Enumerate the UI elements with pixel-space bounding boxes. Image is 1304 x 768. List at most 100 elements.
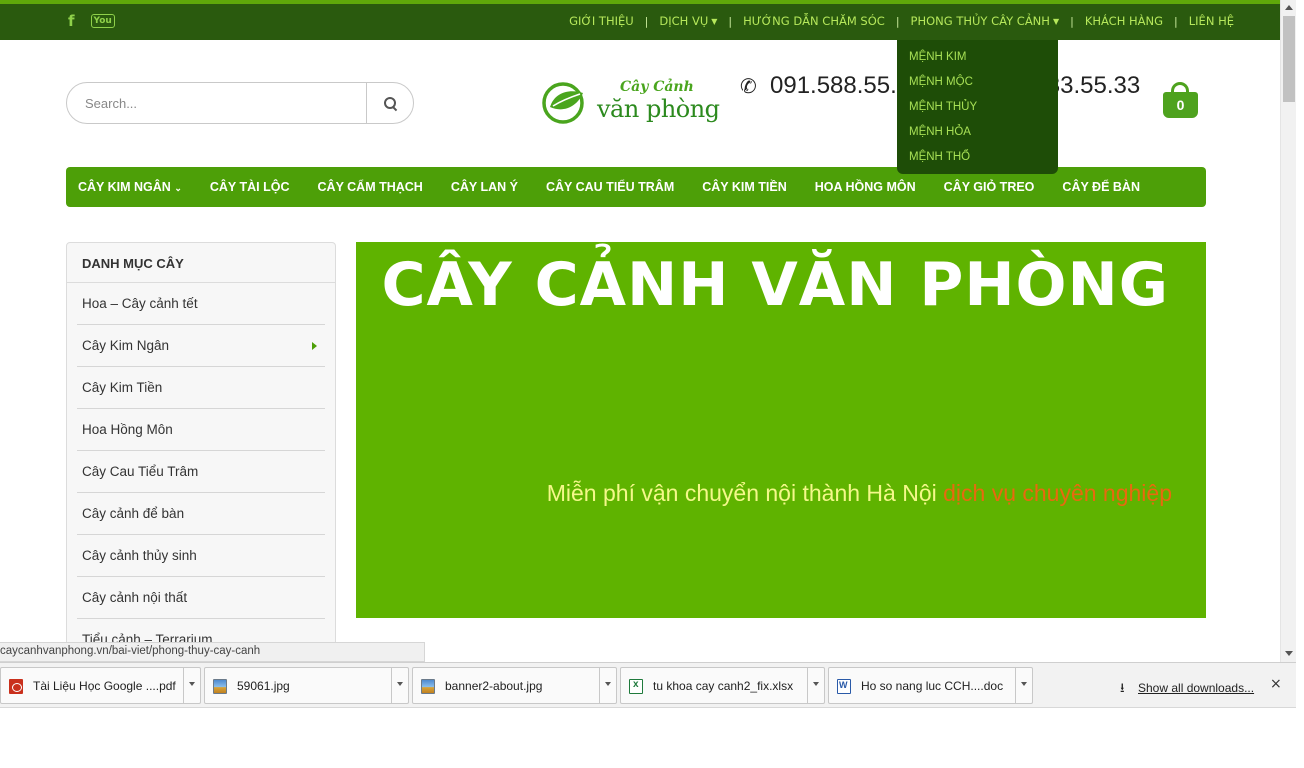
- category-item[interactable]: Cây Kim Ngân: [77, 325, 325, 367]
- phone-icon: ✆: [740, 76, 757, 98]
- mainnav-item-cam-thach[interactable]: CÂY CẨM THẠCH: [318, 180, 423, 194]
- download-item[interactable]: Ho so nang luc CCH....doc: [828, 667, 1033, 704]
- show-all-label: Show all downloads...: [1138, 681, 1255, 695]
- category-label: Cây cảnh nội thất: [82, 590, 188, 605]
- topnav-label: DỊCH VỤ: [659, 14, 709, 28]
- mainnav-item-de-ban[interactable]: CÂY ĐỂ BÀN: [1062, 180, 1140, 194]
- category-label: Cây cảnh để bàn: [82, 506, 185, 521]
- sidebar-title: DANH MỤC CÂY: [67, 243, 335, 283]
- leaf-logo-icon: [542, 82, 584, 124]
- download-menu-button[interactable]: [391, 668, 408, 703]
- download-filename: 59061.jpg: [237, 679, 290, 693]
- category-label: Hoa – Cây cảnh tết: [82, 296, 198, 311]
- category-item[interactable]: Cây cảnh để bàn: [77, 493, 325, 535]
- phone-number: 091.588.55.: [770, 72, 897, 99]
- mainnav-item-hong-mon[interactable]: HOA HỒNG MÔN: [815, 180, 916, 194]
- mainnav-item-lan-y[interactable]: CÂY LAN Ý: [451, 180, 518, 194]
- topnav-item-lien-he[interactable]: LIÊN HỆ: [1189, 14, 1234, 28]
- phone-number-2: 33.55.33: [1046, 72, 1141, 99]
- download-item[interactable]: tu khoa cay canh2_fix.xlsx: [620, 667, 825, 704]
- dropdown-item-menh-thuy[interactable]: MỆNH THỦY: [897, 100, 1058, 125]
- topnav-item-dich-vu[interactable]: DỊCH VỤ ▼: [659, 14, 717, 28]
- download-menu-button[interactable]: [807, 668, 824, 703]
- category-label: Cây Kim Tiền: [82, 380, 163, 395]
- pdf-icon: [9, 679, 23, 694]
- topnav-label: LIÊN HỆ: [1188, 14, 1234, 28]
- mainnav-item-gio-treo[interactable]: CÂY GIỎ TREO: [944, 180, 1035, 194]
- download-menu-button[interactable]: [183, 668, 200, 703]
- category-label: Cây Cau Tiểu Trâm: [82, 464, 199, 479]
- search-button[interactable]: [366, 83, 413, 123]
- scroll-down-icon[interactable]: [1285, 651, 1293, 656]
- vertical-scrollbar[interactable]: [1280, 0, 1296, 662]
- category-item[interactable]: Cây Kim Tiền: [77, 367, 325, 409]
- logo-name: văn phòng: [597, 95, 720, 123]
- scroll-up-icon[interactable]: [1285, 5, 1293, 10]
- banner-title: CÂY CẢNH VĂN PHÒNG: [381, 250, 1169, 320]
- youtube-icon[interactable]: You: [90, 14, 115, 28]
- scroll-thumb[interactable]: [1283, 16, 1295, 102]
- search-icon: [383, 96, 397, 110]
- category-item[interactable]: Hoa – Cây cảnh tết: [77, 283, 325, 325]
- top-bar: f You GIỚI THIỆU | DỊCH VỤ ▼ | HƯỚNG DẪN …: [0, 0, 1280, 40]
- separator: |: [1070, 14, 1074, 28]
- top-nav: GIỚI THIỆU | DỊCH VỤ ▼ | HƯỚNG DẪN CHĂM S…: [569, 14, 1234, 28]
- separator: |: [1174, 14, 1178, 28]
- cart-button[interactable]: 0: [1163, 82, 1198, 118]
- facebook-icon[interactable]: f: [68, 12, 75, 30]
- hero-banner[interactable]: CÂY CẢNH VĂN PHÒNG Miễn phí vận chuyển n…: [356, 242, 1206, 618]
- download-menu-button[interactable]: [599, 668, 616, 703]
- category-list: Hoa – Cây cảnh tết Cây Kim Ngân Cây Kim …: [67, 283, 335, 661]
- page: f You GIỚI THIỆU | DỊCH VỤ ▼ | HƯỚNG DẪN …: [0, 0, 1304, 768]
- mainnav-item-kim-ngan[interactable]: CÂY KIM NGÂN ⌄: [78, 180, 182, 194]
- mainnav-item-tai-loc[interactable]: CÂY TÀI LỘC: [210, 180, 290, 194]
- topnav-item-huong-dan[interactable]: HƯỚNG DẪN CHĂM SÓC: [743, 14, 885, 28]
- status-url: caycanhvanphong.vn/bai-viet/phong-thuy-c…: [0, 642, 425, 662]
- dropdown-item-menh-tho[interactable]: MỆNH THỔ: [897, 150, 1058, 175]
- category-label: Cây Kim Ngân: [82, 338, 170, 353]
- search-box: [66, 82, 414, 124]
- category-item[interactable]: Cây cảnh nội thất: [77, 577, 325, 619]
- topnav-label: HƯỚNG DẪN CHĂM SÓC: [743, 14, 885, 28]
- download-item[interactable]: Tài Liệu Học Google ....pdf: [0, 667, 201, 704]
- social-links: f You: [68, 12, 115, 30]
- category-sidebar: DANH MỤC CÂY Hoa – Cây cảnh tết Cây Kim …: [66, 242, 336, 662]
- topnav-item-gioi-thieu[interactable]: GIỚI THIỆU: [569, 14, 634, 28]
- mainnav-item-cau-tieu-tram[interactable]: CÂY CAU TIỂU TRÂM: [546, 180, 674, 194]
- downloads-bar: Tài Liệu Học Google ....pdf 59061.jpg ba…: [0, 662, 1296, 708]
- download-item[interactable]: banner2-about.jpg: [412, 667, 617, 704]
- site-logo[interactable]: Cây Cảnh văn phòng: [541, 78, 721, 128]
- topnav-item-phong-thuy[interactable]: PHONG THỦY CÂY CẢNH ▼: [911, 14, 1060, 28]
- dropdown-item-menh-kim[interactable]: MỆNH KIM: [897, 50, 1058, 75]
- topnav-label: PHONG THỦY CÂY CẢNH: [910, 14, 1050, 28]
- caret-right-icon: [312, 342, 317, 350]
- category-label: Cây cảnh thủy sinh: [82, 548, 197, 563]
- download-filename: banner2-about.jpg: [445, 679, 543, 693]
- download-menu-button[interactable]: [1015, 668, 1032, 703]
- topnav-item-khach-hang[interactable]: KHÁCH HÀNG: [1085, 14, 1163, 28]
- close-icon[interactable]: ×: [1270, 676, 1282, 692]
- dropdown-item-menh-moc[interactable]: MỆNH MỘC: [897, 75, 1058, 100]
- category-item[interactable]: Hoa Hồng Môn: [77, 409, 325, 451]
- caret-down-icon: ▼: [711, 17, 718, 26]
- search-input[interactable]: [85, 93, 355, 113]
- category-item[interactable]: Cây Cau Tiểu Trâm: [77, 451, 325, 493]
- topnav-label: KHÁCH HÀNG: [1084, 14, 1164, 28]
- download-filename: tu khoa cay canh2_fix.xlsx: [653, 679, 794, 693]
- caret-down-icon: ▼: [1052, 17, 1060, 26]
- category-item[interactable]: Cây cảnh thủy sinh: [77, 535, 325, 577]
- image-icon: [421, 679, 435, 694]
- cart-count: 0: [1163, 92, 1198, 118]
- show-all-downloads-link[interactable]: ⭳ Show all downloads...: [1120, 679, 1254, 701]
- phong-thuy-dropdown: MỆNH KIM MỆNH MỘC MỆNH THỦY MỆNH HỎA MỆN…: [897, 40, 1058, 174]
- excel-icon: [629, 679, 643, 694]
- separator: |: [728, 14, 733, 28]
- dropdown-item-menh-hoa[interactable]: MỆNH HỎA: [897, 125, 1058, 150]
- separator: |: [895, 14, 900, 28]
- download-icon: ⭳: [1120, 680, 1125, 695]
- mainnav-item-kim-tien[interactable]: CÂY KIM TIỀN: [702, 180, 787, 194]
- chevron-down-icon: ⌄: [174, 183, 182, 193]
- download-item[interactable]: 59061.jpg: [204, 667, 409, 704]
- topnav-label: GIỚI THIỆU: [569, 14, 634, 28]
- category-label: Hoa Hồng Môn: [82, 422, 173, 437]
